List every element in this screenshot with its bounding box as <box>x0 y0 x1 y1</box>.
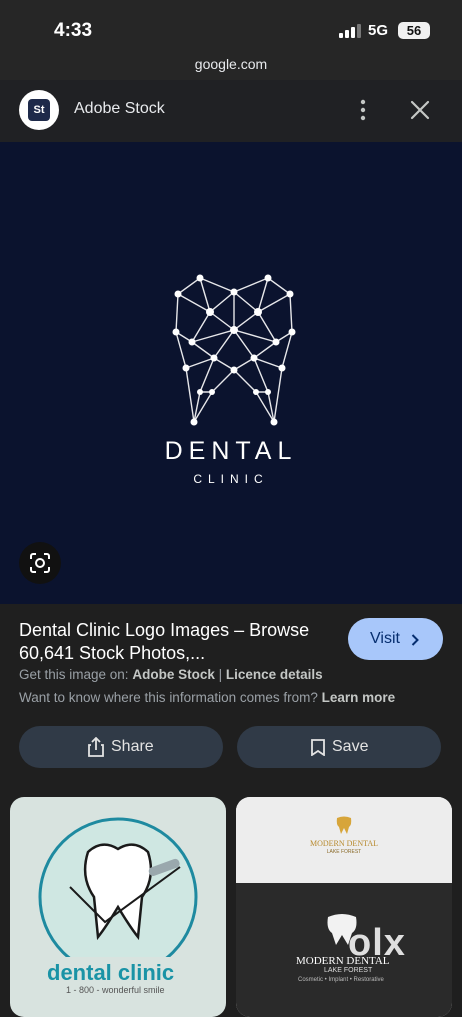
tooth-logo <box>172 274 296 426</box>
source-line: Get this image on: Adobe Stock | Licence… <box>19 667 323 682</box>
logo-mark: St <box>28 99 50 121</box>
separator: | <box>218 667 223 682</box>
url-bar[interactable]: google.com <box>0 50 462 80</box>
more-options-icon[interactable] <box>354 98 372 122</box>
info-text: Want to know where this information come… <box>19 690 318 705</box>
adobe-stock-logo: St <box>19 90 59 130</box>
learn-more-link[interactable]: Learn more <box>322 690 396 705</box>
thumb2-light-panel: MODERN DENTAL LAKE FOREST <box>236 797 452 883</box>
lens-search-button[interactable] <box>19 542 61 584</box>
preview-image[interactable]: DENTAL CLINIC <box>0 142 462 604</box>
thumb1-title: dental clinic <box>47 960 175 985</box>
signal-icon <box>339 24 361 38</box>
network-label: 5G <box>368 22 389 39</box>
save-button[interactable]: Save <box>237 726 441 768</box>
status-time: 4:33 <box>54 20 93 41</box>
share-icon <box>88 737 104 757</box>
related-image-2[interactable]: MODERN DENTAL LAKE FOREST MODERN DENTAL … <box>236 797 452 1017</box>
site-name[interactable]: Adobe Stock <box>74 100 165 118</box>
related-image-1[interactable]: dental clinic 1 - 800 - wonderful smile <box>10 797 226 1017</box>
visit-label: Visit <box>370 630 400 647</box>
info-line: Want to know where this information come… <box>19 690 395 705</box>
lens-icon <box>30 553 50 573</box>
result-title[interactable]: Dental Clinic Logo Images – Browse 60,64… <box>19 619 329 665</box>
viewer-header <box>0 80 462 142</box>
thumb2-line2: LAKE FOREST <box>326 849 362 855</box>
thumb2-line5: Cosmetic • Implant • Restorative <box>298 977 384 983</box>
bookmark-icon <box>311 739 325 756</box>
thumb2-dark-panel <box>236 883 452 1017</box>
status-bar: 4:33 5G 56 <box>0 0 462 50</box>
brand-line-clinic: CLINIC <box>193 472 269 486</box>
battery-icon: 56 <box>398 22 430 39</box>
share-button[interactable]: Share <box>19 726 223 768</box>
close-icon[interactable] <box>408 98 432 122</box>
thumb1-subtitle: 1 - 800 - wonderful smile <box>66 985 165 995</box>
olx-watermark: olx <box>348 922 406 964</box>
thumb2-line1: MODERN DENTAL <box>309 839 379 848</box>
tooth-drill-illustration <box>38 817 198 957</box>
chevron-right-icon <box>411 634 419 646</box>
licence-link[interactable]: Licence details <box>226 667 323 682</box>
save-label: Save <box>332 738 369 755</box>
gold-tooth-icon <box>336 816 352 834</box>
share-label: Share <box>111 738 154 755</box>
brand-line-dental: DENTAL <box>164 437 298 465</box>
thumb2-line4: LAKE FOREST <box>324 967 373 974</box>
source-name[interactable]: Adobe Stock <box>132 667 215 682</box>
visit-button[interactable]: Visit <box>348 618 443 660</box>
source-prefix: Get this image on: <box>19 667 129 682</box>
